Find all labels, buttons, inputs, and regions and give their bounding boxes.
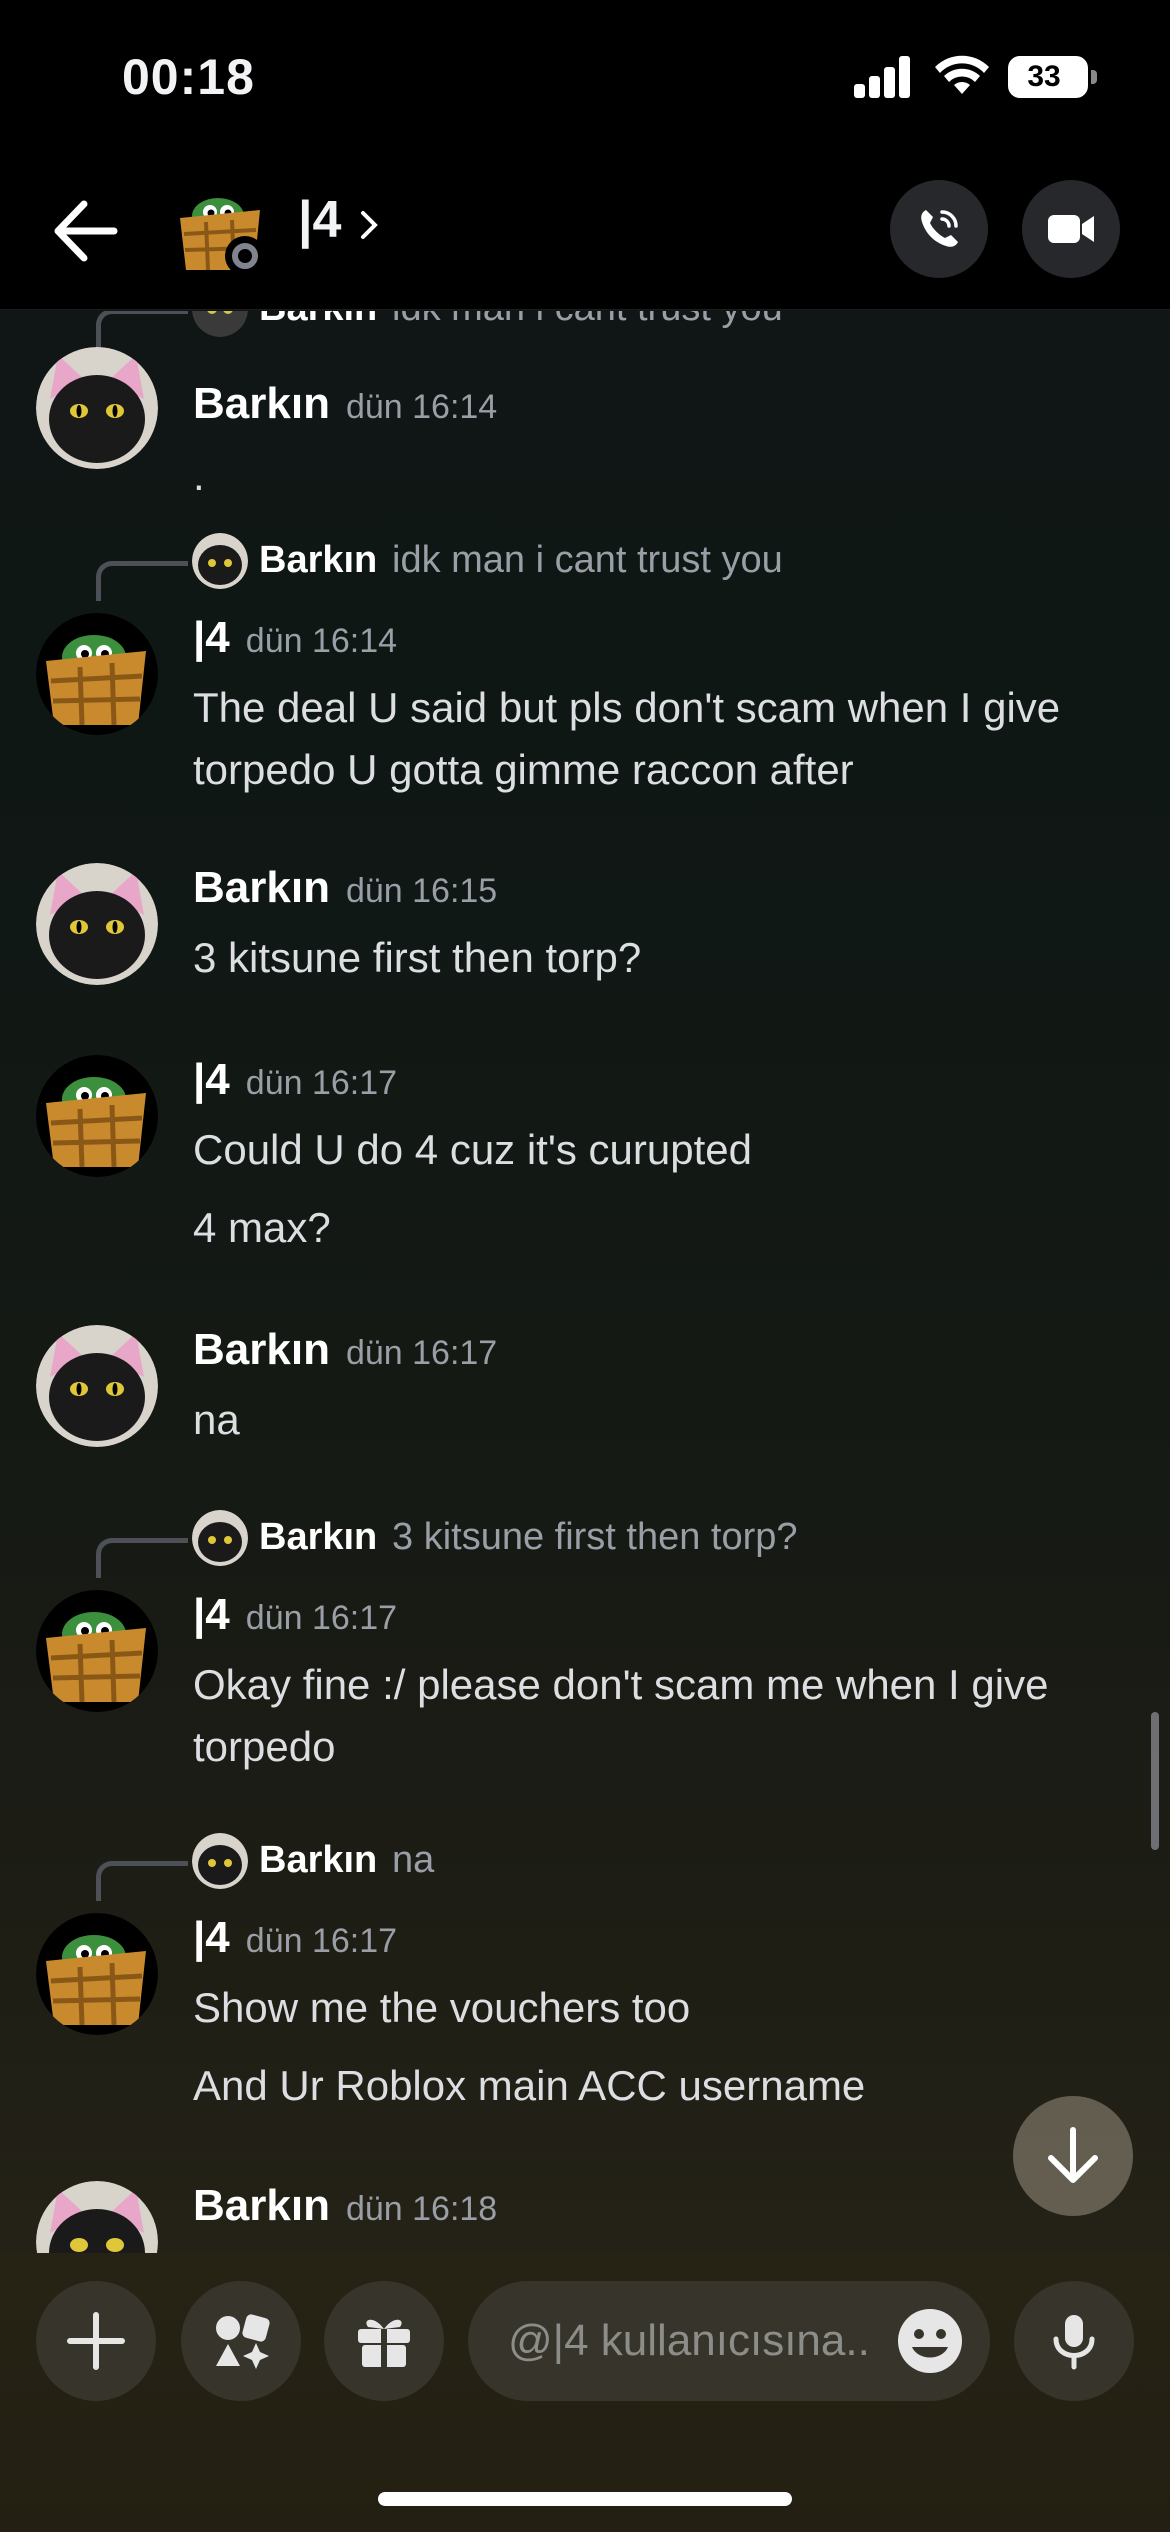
timestamp: dün 16:14 — [245, 622, 398, 660]
avatar[interactable] — [36, 1325, 158, 1447]
message-text: 3 kitsune first then torp? — [193, 934, 642, 981]
avatar — [192, 1510, 248, 1566]
microphone-icon — [1053, 2315, 1095, 2370]
message-author[interactable]: |4 dün 16:14 — [193, 613, 397, 663]
message-text: Okay fine :/ please don't scam me when I… — [193, 1661, 1049, 1770]
timestamp: dün 16:18 — [345, 2190, 498, 2228]
message-text: Show me the vouchers too — [193, 1984, 691, 2031]
chevron-right-icon[interactable] — [360, 210, 378, 240]
voice-message-button[interactable] — [1014, 2281, 1134, 2401]
phone-icon — [921, 210, 958, 247]
apps-icon — [216, 2314, 270, 2369]
home-indicator — [378, 2492, 792, 2506]
battery-level: 33 — [1027, 60, 1061, 93]
arrow-left-icon[interactable] — [50, 198, 120, 264]
video-call-button[interactable] — [1022, 180, 1120, 278]
status-bar: 00:18 33 — [0, 0, 1170, 150]
message-text: And Ur Roblox main ACC username — [193, 2062, 866, 2109]
status-indicator — [225, 236, 265, 276]
reply-author: Barkın — [259, 1839, 378, 1881]
voice-call-button[interactable] — [890, 180, 988, 278]
timestamp: dün 16:17 — [345, 1334, 498, 1372]
reply-preview[interactable]: Barkın idk man i cant trust you — [96, 311, 1136, 349]
reply-text: idk man i cant trust you — [392, 539, 783, 581]
timestamp: dün 16:14 — [345, 388, 498, 426]
timestamp: dün 16:17 — [245, 1599, 398, 1637]
reply-preview[interactable]: Barkın na — [96, 1831, 1136, 1901]
message-list[interactable]: Barkın idk man i cant trust you Barkındü… — [0, 311, 1170, 2253]
composer-bar — [0, 2253, 1170, 2532]
message-author[interactable]: |4 dün 16:17 — [193, 1590, 397, 1640]
emoji-icon[interactable] — [896, 2307, 964, 2375]
gift-button[interactable] — [324, 2281, 444, 2401]
avatar — [192, 1833, 248, 1889]
cellular-signal-icon — [854, 56, 912, 98]
reply-author: Barkın — [259, 311, 377, 330]
message-author[interactable]: |4 dün 16:17 — [193, 1913, 397, 1963]
clock: 00:18 — [122, 49, 255, 105]
message-author[interactable]: Barkın dün 16:15 — [193, 863, 497, 913]
avatar[interactable] — [36, 1055, 158, 1177]
wifi-icon — [935, 55, 989, 94]
battery-icon: 33 — [1008, 56, 1097, 98]
jump-to-latest-button[interactable] — [1013, 2096, 1133, 2216]
gift-icon — [358, 2319, 410, 2367]
plus-icon — [67, 2312, 125, 2370]
reply-author: Barkın — [259, 1516, 378, 1558]
message-author[interactable]: Barkın dün 16:14 — [193, 379, 497, 429]
reply-text: idk man i cant trust you — [392, 311, 783, 330]
apps-button[interactable] — [181, 2281, 301, 2401]
avatar[interactable] — [36, 1913, 158, 2035]
channel-header: |4 — [0, 150, 1170, 310]
reply-author: Barkın — [259, 539, 378, 581]
avatar[interactable] — [36, 613, 158, 735]
message-author[interactable]: Barkın dün 16:17 — [193, 1325, 497, 1375]
timestamp: dün 16:17 — [245, 1922, 398, 1960]
message-text: . — [193, 452, 205, 499]
message-author[interactable]: |4 dün 16:17 — [193, 1055, 397, 1105]
reply-preview[interactable]: Barkın idk man i cant trust you — [96, 531, 1136, 601]
message-author[interactable]: Barkın dün 16:18 — [193, 2181, 497, 2231]
avatar — [192, 311, 248, 337]
reply-preview[interactable]: Barkın 3 kitsune first then torp? — [96, 1508, 1136, 1578]
attach-button[interactable] — [36, 2281, 156, 2401]
reply-text: 3 kitsune first then torp? — [392, 1516, 798, 1558]
avatar[interactable] — [36, 2181, 158, 2253]
timestamp: dün 16:15 — [345, 872, 498, 910]
avatar[interactable] — [36, 1590, 158, 1712]
message-text: Could U do 4 cuz it's curupted — [193, 1126, 752, 1173]
reply-text: na — [392, 1839, 435, 1881]
message-text: The deal U said but pls don't scam when … — [193, 684, 1061, 793]
avatar[interactable] — [36, 863, 158, 985]
timestamp: dün 16:17 — [245, 1064, 398, 1102]
avatar — [192, 533, 248, 589]
video-camera-icon — [1048, 215, 1094, 243]
message-text: na — [193, 1396, 240, 1443]
message-text: 4 max? — [193, 1204, 331, 1251]
channel-name[interactable]: |4 — [298, 190, 341, 250]
avatar[interactable] — [36, 347, 158, 469]
arrow-down-icon — [1048, 2127, 1098, 2183]
scrollbar[interactable] — [1151, 1712, 1159, 1850]
